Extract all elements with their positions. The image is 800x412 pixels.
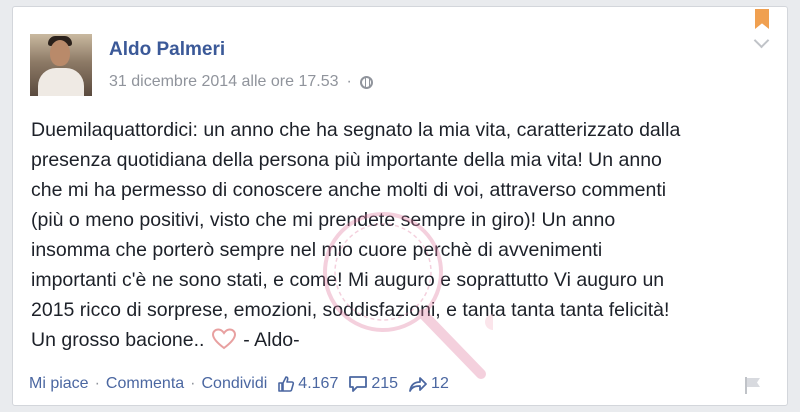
likes-number: 4.167: [298, 375, 339, 392]
post-line: che mi ha permesso di conoscere anche mo…: [31, 179, 667, 201]
likes-count[interactable]: 4.167: [277, 375, 338, 393]
post-line-last: Un grosso bacione.. - Aldo-: [31, 325, 779, 359]
author-name[interactable]: Aldo Palmeri: [109, 39, 225, 61]
shares-number: 12: [431, 375, 449, 392]
comment-link[interactable]: Commenta: [106, 375, 184, 393]
post-meta: 31 dicembre 2014 alle ore 17.53 ·: [109, 73, 373, 91]
like-link[interactable]: Mi piace: [29, 375, 89, 393]
flag-icon[interactable]: [743, 375, 763, 400]
comments-count[interactable]: 215: [348, 375, 398, 393]
post-date[interactable]: 31 dicembre 2014 alle ore 17.53: [109, 73, 339, 91]
post-signature: - Aldo-: [243, 329, 300, 351]
post-line: insomma che porterò sempre nel mio cuore…: [31, 239, 603, 261]
globe-icon[interactable]: [359, 75, 373, 89]
post-line: presenza quotidiana della persona più im…: [31, 149, 662, 171]
shares-count[interactable]: 12: [408, 375, 449, 393]
post-line-start: Un grosso bacione..: [31, 329, 205, 351]
chevron-down-icon[interactable]: [753, 32, 770, 49]
share-link[interactable]: Condividi: [201, 375, 267, 393]
actions-separator: ·: [94, 375, 100, 392]
post-line: importanti c'è ne sono stati, e come! Mi…: [31, 269, 665, 291]
post-line: (più o meno positivi, visto che mi prend…: [31, 209, 616, 231]
post-line: 2015 ricco di sorprese, emozioni, soddis…: [31, 299, 670, 321]
post-line: Duemilaquattordici: un anno che ha segna…: [31, 119, 681, 141]
thumbs-up-icon: [277, 375, 295, 393]
comments-number: 215: [371, 375, 399, 392]
post-actions: Mi piace · Commenta · Condividi 4.167 21…: [29, 375, 449, 393]
bookmark-icon[interactable]: [755, 9, 769, 29]
comment-icon: [348, 375, 368, 393]
post-text: Duemilaquattordici: un anno che ha segna…: [31, 115, 779, 359]
avatar[interactable]: [30, 34, 92, 96]
heart-icon: [211, 328, 236, 359]
meta-separator: ·: [346, 73, 352, 90]
actions-separator: ·: [190, 375, 196, 392]
post-card: Aldo Palmeri 31 dicembre 2014 alle ore 1…: [12, 6, 788, 406]
share-icon: [408, 375, 428, 393]
